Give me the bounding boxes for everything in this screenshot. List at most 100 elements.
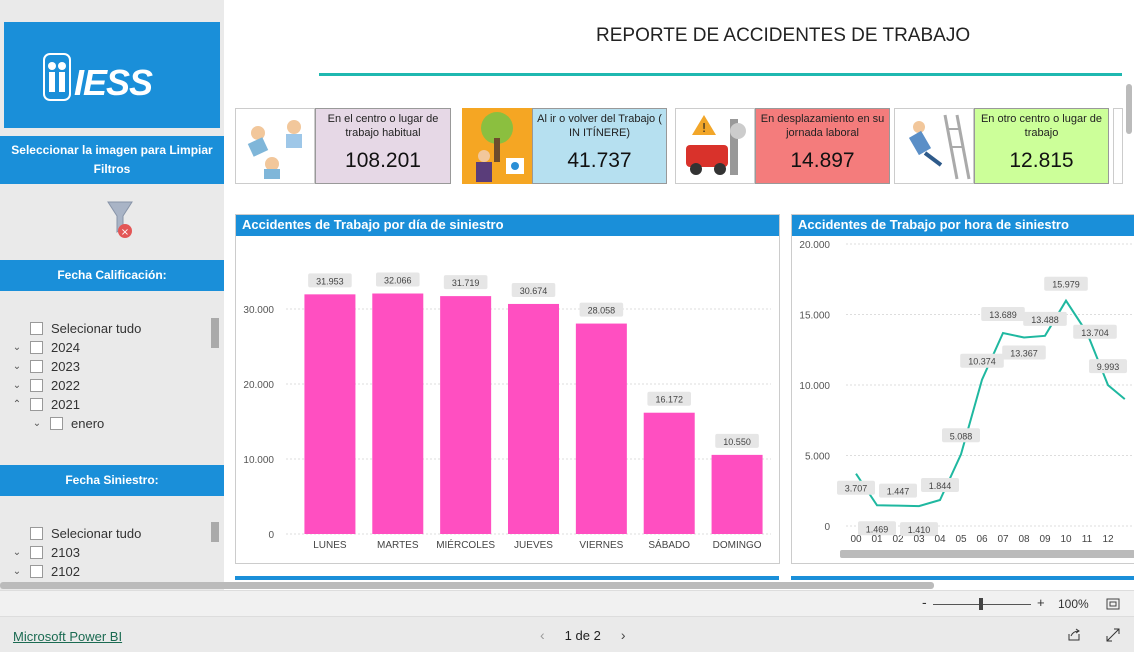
power-bi-link[interactable]: Microsoft Power BI [13,629,122,644]
fecha-calificacion-slicer: Selecionar tudo ⌄ 2024 ⌄ 2023 ⌄ 2022 ⌃ 2021 … [10,319,210,433]
data-label: 3.707 [845,484,868,494]
slicer-item-2022[interactable]: ⌄ 2022 [10,376,210,395]
slicer-item-2023[interactable]: ⌄ 2023 [10,357,210,376]
chevron-up-icon[interactable]: ⌃ [10,399,24,410]
y-tick-label: 15.000 [799,311,830,322]
data-label: 30.674 [520,286,548,296]
y-tick-label: 5.000 [805,452,830,463]
data-label: 31.719 [452,278,480,288]
commute-accident-icon[interactable] [462,108,532,184]
workplace-accident-icon[interactable] [235,108,315,184]
family-icon [43,53,71,101]
line-chart: 0 5.000 10.000 15.000 20.000 3.707 00 1.46901 1.… [799,240,1134,558]
checkbox[interactable] [30,565,43,578]
kpi-card-partial [1113,108,1123,184]
slicer-item-select-all[interactable]: Selecionar tudo [10,319,210,338]
checkbox[interactable] [30,341,43,354]
data-label: 10.550 [723,437,751,447]
share-icon[interactable] [1067,628,1081,642]
slicer-item-2021[interactable]: ⌃ 2021 [10,395,210,414]
zoom-slider-thumb[interactable] [979,598,983,610]
slicer-scrollbar[interactable] [211,522,219,542]
horizontal-scrollbar[interactable] [0,582,934,589]
car-accident-icon[interactable]: ! [675,108,755,184]
data-label: 1.469 [866,524,889,534]
checkbox[interactable] [30,379,43,392]
kpi-value: 14.897 [790,149,855,172]
zoom-level: 100% [1058,597,1089,611]
slicer-scrollbar[interactable] [211,318,219,348]
chart-title: Accidentes de Trabajo por hora de sinies… [792,215,1134,236]
kpi-label: Al ir o volver del Trabajo ( IN ITÍNERE) [537,113,662,139]
kpi-card-desplazamiento[interactable]: En desplazamiento en su jornada laboral … [755,108,890,184]
slicer-item-select-all[interactable]: Selecionar tudo [10,524,210,543]
y-tick-label: 0 [268,530,274,541]
checkbox[interactable] [30,527,43,540]
chevron-down-icon[interactable]: ⌄ [30,418,44,429]
checkbox[interactable] [30,546,43,559]
x-tick-label: 08 [1018,534,1030,545]
fall-accident-icon[interactable] [894,108,974,184]
sidebar: IESS Seleccionar la imagen para Limpiar … [0,0,224,590]
data-label: 16.172 [655,395,683,405]
chart-scrollbar [840,550,1134,558]
slicer-item-2024[interactable]: ⌄ 2024 [10,338,210,357]
page-navigator: ‹ 1 de 2 › [540,627,626,643]
svg-text:!: ! [702,121,707,135]
zoom-out-button[interactable]: - [922,594,927,610]
checkbox[interactable] [30,322,43,335]
data-label: 5.088 [950,431,973,441]
chevron-down-icon[interactable]: ⌄ [10,342,24,353]
kpi-value: 12.815 [1009,149,1074,172]
x-tick-label: SÁBADO [648,538,690,551]
chart-accidents-by-day[interactable]: Accidentes de Trabajo por día de siniest… [235,214,780,564]
x-tick-label: 00 [850,534,862,545]
kpi-card-in-itinere[interactable]: Al ir o volver del Trabajo ( IN ITÍNERE)… [532,108,667,184]
chevron-right-icon[interactable]: › [621,627,626,643]
kpi-label: En el centro o lugar de trabajo habitual [327,113,439,139]
slicer-item-2102[interactable]: ⌄ 2102 [10,562,210,581]
data-label: 1.844 [929,481,952,491]
y-tick-label: 10.000 [243,455,274,466]
kpi-card-centro-habitual[interactable]: En el centro o lugar de trabajo habitual… [315,108,451,184]
checkbox[interactable] [50,417,63,430]
fit-to-page-icon[interactable] [1106,598,1120,610]
chevron-down-icon[interactable]: ⌄ [10,361,24,372]
x-tick-label: MIÉRCOLES [436,538,495,551]
kpi-card-otro-centro[interactable]: En otro centro o lugar de trabajo 12.815 [974,108,1109,184]
clear-filter-icon[interactable]: × [106,200,134,240]
x-tick-label: 04 [934,534,946,545]
checkbox[interactable] [30,398,43,411]
page-indicator: 1 de 2 [564,627,601,643]
report-canvas: IESS Seleccionar la imagen para Limpiar … [0,0,1134,652]
checkbox[interactable] [30,360,43,373]
vertical-scrollbar[interactable] [1126,84,1132,134]
bar [304,294,356,534]
slicer-item-2103[interactable]: ⌄ 2103 [10,543,210,562]
data-label: 13.704 [1081,328,1109,338]
x-tick-label: JUEVES [514,540,553,551]
title-divider [319,73,1122,76]
iess-logo: IESS [4,22,220,128]
x-tick-label: VIERNES [579,540,623,551]
bar [508,303,559,534]
fullscreen-icon[interactable] [1106,628,1120,642]
data-label: 9.993 [1097,362,1120,372]
zoom-in-button[interactable]: + [1037,595,1045,610]
fecha-calificacion-header: Fecha Calificación: [0,260,224,291]
chevron-left-icon[interactable]: ‹ [540,627,545,643]
x-tick-label: 11 [1082,534,1093,545]
zoom-bar: - + 100% [0,590,1134,616]
chevron-down-icon[interactable]: ⌄ [10,547,24,558]
y-tick-label: 10.000 [799,381,830,392]
y-tick-label: 30.000 [243,305,274,316]
logo-text: IESS [74,62,153,103]
chevron-down-icon[interactable]: ⌄ [10,380,24,391]
chart-accidents-by-hour[interactable]: Accidentes de Trabajo por hora de sinies… [791,214,1134,564]
x-tick-label: 01 [871,534,883,545]
chevron-down-icon[interactable]: ⌄ [10,566,24,577]
bar [711,454,763,534]
data-label: 13.689 [989,310,1017,320]
data-label: 15.979 [1052,280,1080,290]
slicer-item-enero[interactable]: ⌄ enero [10,414,210,433]
